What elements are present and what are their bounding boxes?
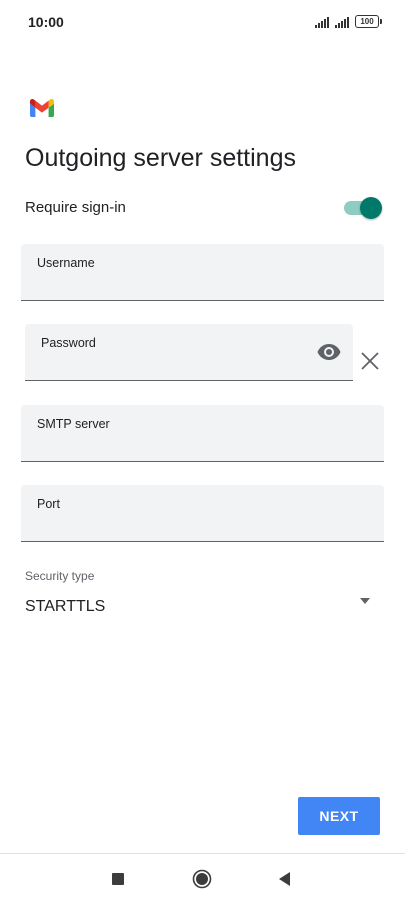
username-field[interactable]: Username bbox=[21, 244, 384, 301]
page-title: Outgoing server settings bbox=[25, 144, 296, 172]
smtp-server-label: SMTP server bbox=[37, 417, 110, 431]
password-field[interactable]: Password bbox=[25, 324, 353, 381]
require-signin-label: Require sign-in bbox=[25, 199, 126, 216]
username-label: Username bbox=[37, 256, 95, 270]
status-time: 10:00 bbox=[28, 14, 64, 30]
toggle-thumb bbox=[360, 197, 382, 219]
security-type-value: STARTTLS bbox=[25, 598, 106, 615]
circle-home-icon[interactable] bbox=[192, 869, 212, 889]
square-recents-icon[interactable] bbox=[108, 869, 128, 889]
status-bar: 10:00 100 bbox=[0, 0, 405, 44]
close-icon[interactable] bbox=[360, 351, 380, 371]
port-field[interactable]: Port bbox=[21, 485, 384, 542]
security-type-select[interactable]: STARTTLS bbox=[25, 591, 380, 623]
require-signin-toggle[interactable] bbox=[344, 196, 382, 220]
next-button[interactable]: NEXT bbox=[298, 797, 380, 835]
smtp-server-field[interactable]: SMTP server bbox=[21, 405, 384, 462]
dropdown-arrow-icon bbox=[360, 598, 370, 604]
triangle-back-icon[interactable] bbox=[275, 869, 295, 889]
navigation-bar bbox=[0, 853, 405, 902]
gmail-logo-icon bbox=[30, 99, 54, 117]
require-signin-row: Require sign-in bbox=[25, 196, 382, 220]
port-label: Port bbox=[37, 497, 60, 511]
signal-icon bbox=[315, 16, 329, 28]
status-icons: 100 bbox=[315, 14, 382, 28]
signal-icon-2 bbox=[335, 16, 349, 28]
battery-icon: 100 bbox=[355, 15, 382, 28]
eye-icon[interactable] bbox=[317, 343, 341, 361]
security-type-label: Security type bbox=[25, 569, 95, 583]
password-label: Password bbox=[41, 336, 96, 350]
